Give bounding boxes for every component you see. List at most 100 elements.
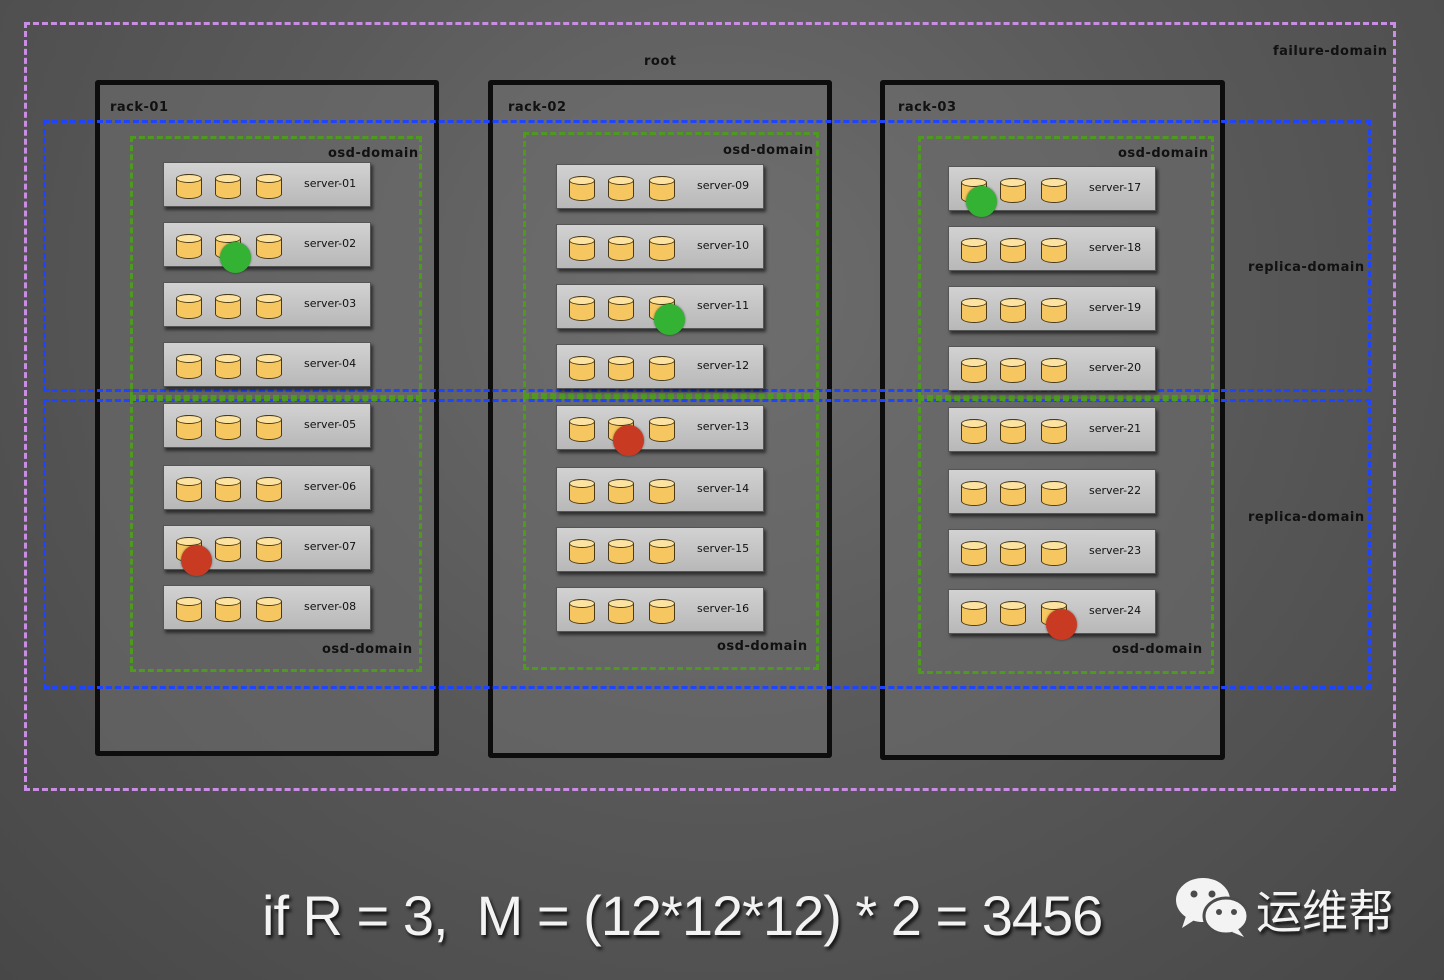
server-04: server-04 [163, 342, 371, 387]
disk-icon [255, 476, 282, 502]
disk-icon [999, 540, 1026, 566]
disk-icon [214, 293, 241, 319]
disk-icon [960, 418, 987, 444]
replica-dot [613, 425, 644, 456]
disk-icon [960, 357, 987, 383]
disk-icon [568, 416, 595, 442]
disk-icon [960, 600, 987, 626]
server-03: server-03 [163, 282, 371, 327]
disk-icon [1040, 177, 1067, 203]
brand-name: 运维帮 [1256, 885, 1394, 939]
server-label: server-13 [697, 420, 750, 433]
disk-icon [607, 295, 634, 321]
brand-logo: 运维帮 [1174, 870, 1414, 942]
disk-icon [175, 353, 202, 379]
disk-icon [999, 177, 1026, 203]
disk-icon [255, 536, 282, 562]
disk-icon [607, 355, 634, 381]
disk-icon [568, 355, 595, 381]
server-label: server-16 [697, 602, 750, 615]
disk-icon [999, 418, 1026, 444]
disk-icon [999, 480, 1026, 506]
disk-icon [1040, 540, 1067, 566]
disk-icon [214, 596, 241, 622]
disk-icon [607, 538, 634, 564]
disk-icon [960, 237, 987, 263]
server-06: server-06 [163, 465, 371, 510]
disk-icon [568, 478, 595, 504]
disk-icon [648, 538, 675, 564]
disk-icon [960, 540, 987, 566]
server-05: server-05 [163, 403, 371, 448]
server-label: server-06 [304, 480, 357, 493]
disk-icon [175, 476, 202, 502]
replica-dot [181, 545, 212, 576]
disk-icon [214, 476, 241, 502]
disk-icon [255, 596, 282, 622]
disk-icon [175, 596, 202, 622]
disk-icon [568, 175, 595, 201]
root-label: root [644, 54, 677, 69]
disk-icon [214, 173, 241, 199]
osd-domain-label: osd-domain [723, 143, 814, 158]
server-23: server-23 [948, 529, 1156, 574]
server-label: server-11 [697, 299, 750, 312]
disk-icon [1040, 418, 1067, 444]
server-label: server-14 [697, 482, 750, 495]
osd-domain-label: osd-domain [322, 642, 413, 657]
server-label: server-21 [1089, 422, 1142, 435]
replica-domain-label: replica-domain [1248, 260, 1365, 275]
server-label: server-17 [1089, 181, 1142, 194]
rack-label: rack-02 [508, 100, 567, 115]
disk-icon [214, 414, 241, 440]
disk-icon [255, 353, 282, 379]
disk-icon [999, 600, 1026, 626]
rack-label: rack-03 [898, 100, 957, 115]
disk-icon [175, 293, 202, 319]
disk-icon [999, 237, 1026, 263]
formula-text: if R = 3, M = (12*12*12) * 2 = 3456 [262, 884, 1103, 947]
server-19: server-19 [948, 286, 1156, 331]
disk-icon [607, 235, 634, 261]
server-22: server-22 [948, 469, 1156, 514]
server-09: server-09 [556, 164, 764, 209]
server-13: server-13 [556, 405, 764, 450]
disk-icon [648, 598, 675, 624]
disk-icon [568, 235, 595, 261]
server-10: server-10 [556, 224, 764, 269]
server-label: server-22 [1089, 484, 1142, 497]
server-08: server-08 [163, 585, 371, 630]
disk-icon [648, 416, 675, 442]
disk-icon [607, 175, 634, 201]
disk-icon [214, 536, 241, 562]
replica-dot [654, 304, 685, 335]
disk-icon [648, 355, 675, 381]
server-label: server-05 [304, 418, 357, 431]
server-label: server-03 [304, 297, 357, 310]
osd-domain-label: osd-domain [717, 639, 808, 654]
disk-icon [999, 297, 1026, 323]
disk-icon [960, 480, 987, 506]
osd-domain-label: osd-domain [328, 146, 419, 161]
disk-icon [1040, 297, 1067, 323]
disk-icon [960, 297, 987, 323]
server-label: server-12 [697, 359, 750, 372]
osd-domain-label: osd-domain [1112, 642, 1203, 657]
disk-icon [648, 478, 675, 504]
osd-domain-label: osd-domain [1118, 146, 1209, 161]
failure-domain-label: failure-domain [1273, 44, 1388, 59]
server-20: server-20 [948, 346, 1156, 391]
server-02: server-02 [163, 222, 371, 267]
server-16: server-16 [556, 587, 764, 632]
server-label: server-09 [697, 179, 750, 192]
disk-icon [1040, 357, 1067, 383]
replica-domain-label: replica-domain [1248, 510, 1365, 525]
replica-dot [966, 186, 997, 217]
server-label: server-15 [697, 542, 750, 555]
disk-icon [607, 478, 634, 504]
rack-label: rack-01 [110, 100, 169, 115]
disk-icon [255, 233, 282, 259]
replica-dot [1046, 609, 1077, 640]
server-label: server-18 [1089, 241, 1142, 254]
server-label: server-07 [304, 540, 357, 553]
